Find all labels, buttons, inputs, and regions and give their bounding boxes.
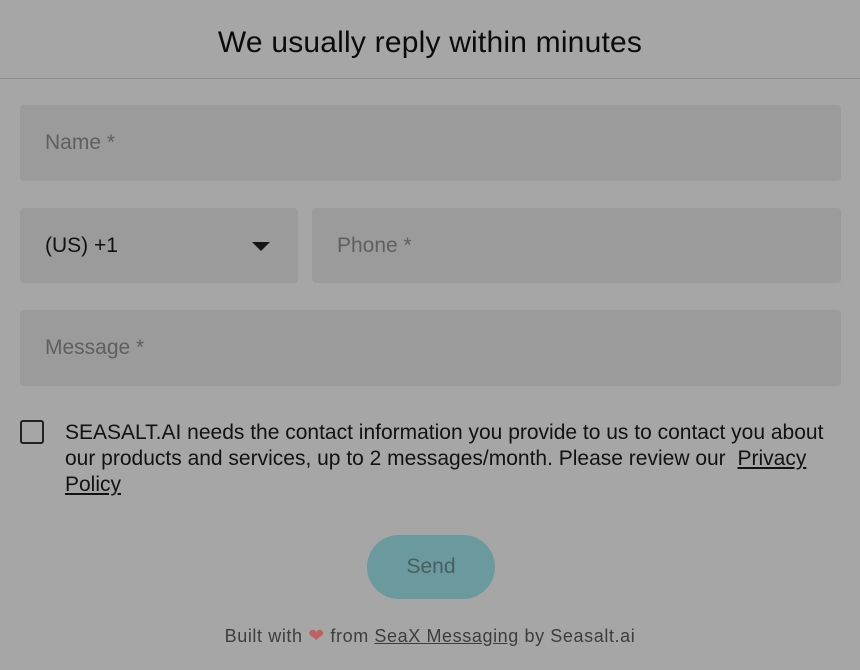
footer-by: by Seasalt.ai bbox=[524, 626, 636, 646]
message-input[interactable]: Message * bbox=[20, 310, 841, 386]
country-code-select[interactable]: (US) +1 bbox=[20, 208, 298, 283]
consent-text: SEASALT.AI needs the contact information… bbox=[65, 421, 824, 470]
message-placeholder: Message * bbox=[45, 336, 145, 359]
heart-icon: ❤︎ bbox=[308, 626, 325, 647]
footer-from: from bbox=[330, 626, 369, 646]
name-placeholder: Name * bbox=[45, 131, 116, 154]
seax-messaging-link[interactable]: SeaX Messaging bbox=[374, 626, 518, 646]
header-title: We usually reply within minutes bbox=[217, 26, 643, 59]
country-code-value: (US) +1 bbox=[45, 233, 118, 257]
chat-header: We usually reply within minutes bbox=[0, 0, 860, 79]
dropdown-caret-icon bbox=[252, 242, 270, 251]
footer-built-with: Built with bbox=[224, 626, 303, 646]
phone-input[interactable]: Phone * bbox=[312, 208, 841, 283]
phone-placeholder: Phone * bbox=[337, 233, 412, 257]
consent-checkbox[interactable] bbox=[20, 420, 44, 444]
footer: Built with ❤︎ from SeaX Messaging by Sea… bbox=[0, 625, 860, 648]
name-input[interactable]: Name * bbox=[20, 105, 841, 181]
consent-text-block: SEASALT.AI needs the contact information… bbox=[65, 420, 845, 498]
send-button[interactable]: Send bbox=[367, 535, 495, 599]
